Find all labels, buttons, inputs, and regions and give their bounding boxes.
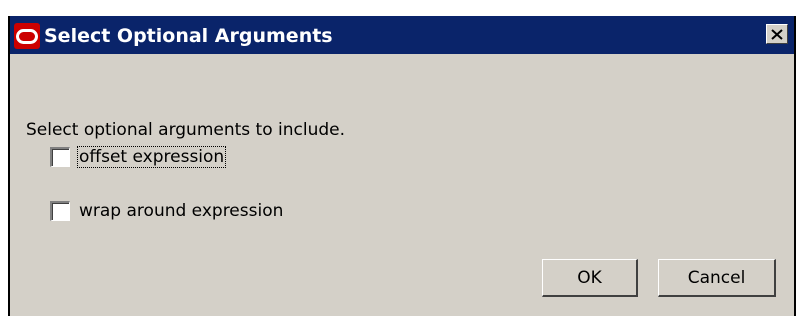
instruction-text: Select optional arguments to include. [26, 120, 346, 140]
offset-expression-checkbox[interactable] [50, 147, 70, 167]
wrap-around-expression-label[interactable]: wrap around expression [78, 201, 284, 221]
option-wrap-around-expression[interactable]: wrap around expression [50, 201, 284, 221]
oracle-logo-icon [14, 23, 40, 49]
ok-button[interactable]: OK [542, 259, 638, 297]
cancel-button[interactable]: Cancel [658, 259, 776, 297]
offset-expression-label[interactable]: offset expression [76, 146, 227, 168]
wrap-around-expression-checkbox[interactable] [50, 201, 70, 221]
dialog-title: Select Optional Arguments [44, 25, 333, 47]
select-optional-arguments-dialog: Select Optional Arguments Select optiona… [8, 16, 796, 316]
option-offset-expression[interactable]: offset expression [50, 146, 227, 168]
close-icon [771, 28, 783, 40]
close-button[interactable] [766, 24, 788, 44]
title-bar: Select Optional Arguments [10, 16, 794, 54]
